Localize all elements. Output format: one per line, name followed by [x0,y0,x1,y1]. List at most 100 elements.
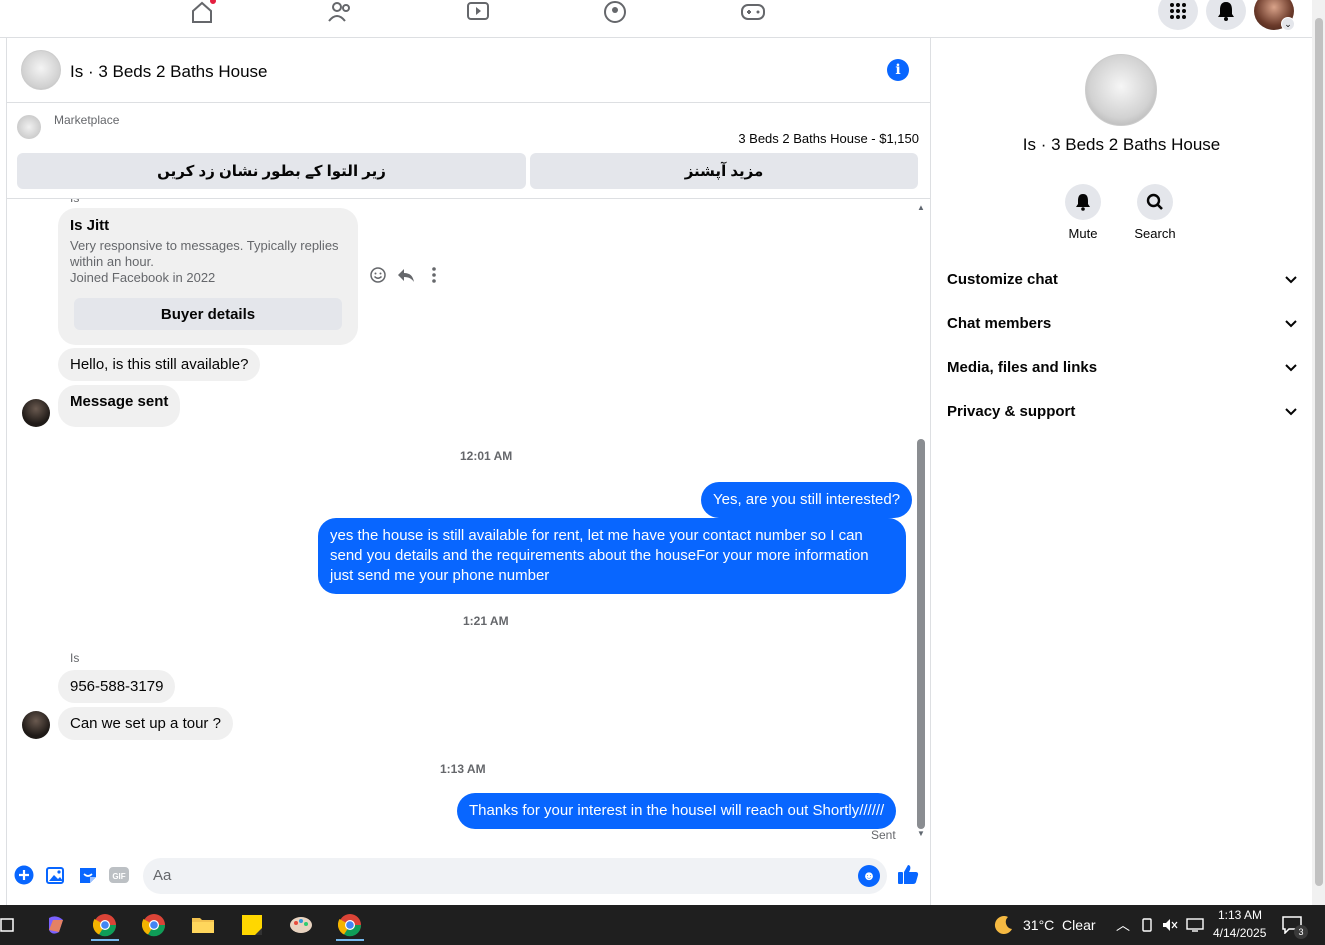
message-input[interactable]: Aa [143,858,887,894]
like-thumb-icon[interactable] [897,863,919,885]
row-label: Privacy & support [947,402,1076,420]
bell-icon[interactable] [1065,184,1101,220]
page-scroll-thumb[interactable] [1315,18,1323,886]
responsiveness-text: Very responsive to messages. Typically r… [70,238,339,269]
marketplace-thumbnail [17,115,41,139]
sent-status: Sent [871,828,896,842]
privacy-support-row[interactable]: Privacy & support [947,391,1297,431]
marketplace-label: Marketplace [54,113,120,127]
more-icon[interactable] [425,266,443,284]
groups-icon[interactable] [601,0,629,24]
buyer-details-button[interactable]: Buyer details [74,298,342,330]
clock-date[interactable]: 4/14/2025 [1213,926,1266,940]
message-bubble[interactable]: Yes, are you still interested? [701,482,913,518]
display-icon[interactable] [1183,909,1207,941]
active-indicator [336,939,364,941]
sticky-notes-icon[interactable] [232,909,272,941]
card-sender-name: Is [70,199,79,205]
chat-info-panel: Is · 3 Beds 2 Baths House Mute Search Cu… [931,38,1312,905]
notifications-bell-icon[interactable] [1206,0,1246,30]
buyer-name: Is Jitt [70,217,110,234]
sender-avatar[interactable] [22,399,50,427]
reply-icon[interactable] [397,266,415,284]
message-bubble[interactable]: Hello, is this still available? [58,348,261,381]
message-composer: GIF Aa ☻ [7,854,931,905]
scroll-thumb[interactable] [917,439,925,829]
listing-price[interactable]: 3 Beds 2 Baths House - $1,150 [738,131,919,146]
windows-taskbar: 31°C Clear ︿ 1:13 AM 4/14/2025 3 [0,905,1325,945]
chat-header: Is · 3 Beds 2 Baths House i [7,38,931,103]
row-label: Media, files and links [947,358,1098,376]
row-label: Chat members [947,314,1052,332]
message-scrollbar[interactable]: ▲ ▼ [917,204,925,844]
chrome-icon[interactable] [134,909,174,941]
add-icon[interactable] [13,864,35,886]
more-options-button[interactable]: مزید آپشنز [530,153,918,189]
emoji-icon[interactable]: ☻ [858,865,880,887]
message-bubble[interactable]: yes the house is still available for ren… [318,518,906,594]
video-icon[interactable] [464,0,492,24]
sender-name: Is [70,651,80,665]
chrome-work-icon[interactable] [330,909,370,941]
search-label: Search [1134,226,1176,241]
gif-icon[interactable]: GIF [108,864,130,886]
message-bubble[interactable]: Message sent [58,385,181,427]
clock-time[interactable]: 1:13 AM [1218,908,1262,922]
menu-grid-icon[interactable] [1158,0,1198,30]
sender-avatar[interactable] [22,711,50,739]
message-actions [369,266,443,284]
chevron-down-icon [1285,271,1297,288]
timestamp: 12:01 AM [460,449,513,463]
friends-icon[interactable] [326,0,354,24]
svg-text:GIF: GIF [112,872,125,881]
notification-dot [208,0,218,6]
timestamp: 1:13 AM [440,762,486,776]
chrome-profile-icon[interactable] [85,909,125,941]
react-icon[interactable] [369,266,387,284]
marketplace-bar: Marketplace 3 Beds 2 Baths House - $1,15… [7,103,931,199]
active-indicator [91,939,119,941]
message-bubble[interactable]: Can we set up a tour ? [58,707,233,740]
customize-chat-row[interactable]: Customize chat [947,259,1297,299]
chat-title[interactable]: Is · 3 Beds 2 Baths House [70,62,268,82]
paint-icon[interactable] [281,909,321,941]
info-title: Is · 3 Beds 2 Baths House [1022,135,1221,154]
scroll-up-arrow[interactable]: ▲ [917,204,925,212]
network-icon[interactable] [1135,909,1159,941]
message-list: Is Is Jitt Very responsive to messages. … [7,199,931,854]
notification-count-badge: 3 [1294,925,1308,939]
message-bubble[interactable]: Thanks for your interest in the houseI w… [457,793,897,829]
weather-moon-icon[interactable] [984,909,1024,941]
buyer-description: Very responsive to messages. Typically r… [70,238,350,286]
weather-text[interactable]: 31°C Clear [1023,917,1096,933]
message-bubble[interactable]: 956-588-3179 [58,670,176,703]
file-explorer-icon[interactable] [183,909,223,941]
volume-muted-icon[interactable] [1158,909,1182,941]
chat-panel: Is · 3 Beds 2 Baths House i Marketplace … [6,38,931,905]
scroll-down-arrow[interactable]: ▼ [917,830,925,838]
chevron-down-icon [1285,315,1297,332]
media-files-links-row[interactable]: Media, files and links [947,347,1297,387]
mute-button[interactable]: Mute [1053,184,1113,241]
chevron-down-icon [1285,359,1297,376]
info-icon[interactable]: i [887,59,909,81]
listing-thumbnail[interactable] [21,50,61,90]
mute-label: Mute [1068,226,1098,241]
search-icon[interactable] [1137,184,1173,220]
sticker-icon[interactable] [77,864,99,886]
search-button[interactable]: Search [1125,184,1185,241]
tray-chevron-up-icon[interactable]: ︿ [1116,915,1130,935]
chevron-down-icon[interactable]: ⌄ [1281,17,1295,31]
mark-pending-button[interactable]: زیر التوا کے بطور نشان زد کریں [17,153,526,189]
chevron-down-icon [1285,403,1297,420]
buyer-card: Is Jitt Very responsive to messages. Typ… [58,208,358,345]
photo-icon[interactable] [45,864,67,886]
home-icon[interactable] [188,0,218,24]
gaming-icon[interactable] [739,0,767,24]
top-navigation-bar: ⌄ [0,0,1325,38]
task-view-icon[interactable] [0,909,26,941]
copilot-icon[interactable] [36,909,76,941]
page-scrollbar[interactable] [1312,0,1325,905]
chat-members-row[interactable]: Chat members [947,303,1297,343]
listing-photo[interactable] [1085,54,1157,126]
